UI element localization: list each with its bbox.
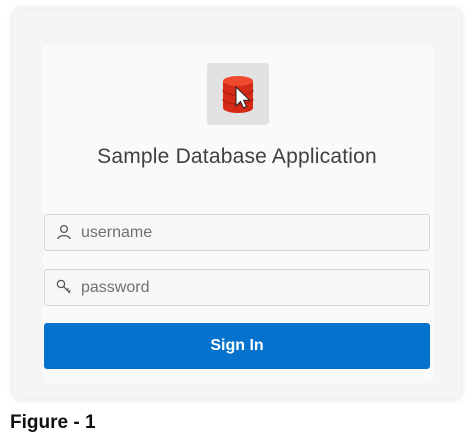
username-field[interactable] [44,214,430,251]
app-logo [207,63,269,125]
password-field[interactable] [44,269,430,306]
username-input[interactable] [81,215,421,250]
figure-caption: Figure - 1 [10,412,96,433]
database-cursor-icon [222,76,254,113]
key-icon [56,279,71,294]
password-input[interactable] [81,270,421,305]
app-title: Sample Database Application [97,145,377,168]
user-icon [57,224,71,240]
sign-in-button[interactable]: Sign In [44,323,430,369]
login-card: Sample Database Application Sign In [13,9,461,399]
